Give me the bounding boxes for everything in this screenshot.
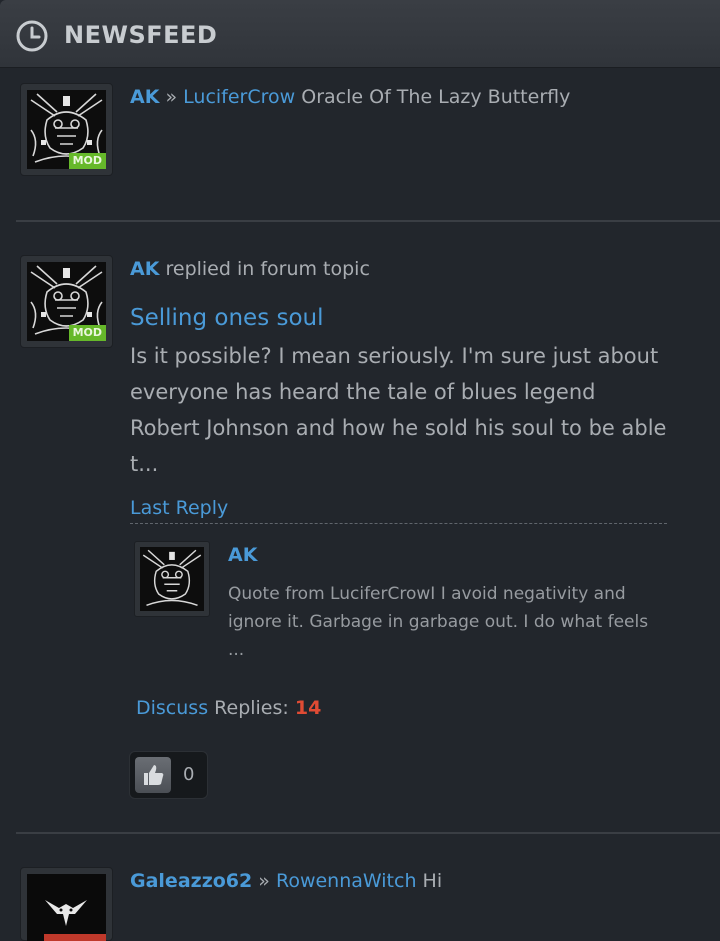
newsfeed-header: NEWSFEED	[0, 0, 720, 68]
actor-link[interactable]: AK	[130, 258, 159, 280]
reply-quote: Quote from LuciferCrowI I avoid negativi…	[228, 584, 649, 660]
target-link[interactable]: RowennaWitch	[276, 870, 417, 892]
target-link[interactable]: LuciferCrow	[183, 86, 295, 108]
mod-badge: MOD	[68, 153, 106, 169]
feed-line: AK » LuciferCrow Oracle Of The Lazy Butt…	[130, 86, 570, 108]
avatar-image: MOD	[27, 90, 106, 169]
like-count: 0	[183, 764, 195, 785]
feed-text: Hi	[422, 870, 443, 892]
avatar-image	[27, 874, 106, 941]
avatar-image: MOD	[27, 262, 106, 341]
avatar[interactable]: MOD	[20, 83, 113, 176]
avatar[interactable]	[20, 867, 113, 941]
feed-text: Oracle Of The Lazy Butterfly	[301, 86, 571, 108]
discuss-link[interactable]: Discuss	[136, 697, 208, 719]
avatar[interactable]: MOD	[20, 255, 113, 348]
discuss-row: Discuss Replies: 14	[136, 697, 321, 719]
newsfeed-title: NEWSFEED	[64, 21, 218, 49]
thumbs-up-icon	[135, 757, 171, 793]
replies-label: Replies:	[214, 697, 289, 719]
member-badge	[44, 934, 106, 941]
like-button[interactable]: 0	[129, 751, 208, 799]
reply-user-link[interactable]: AK	[228, 544, 257, 566]
topic-title-link[interactable]: Selling ones soul	[130, 305, 324, 331]
replies-count: 14	[294, 697, 322, 719]
divider	[16, 220, 720, 222]
last-reply-label[interactable]: Last Reply	[130, 497, 667, 524]
separator: »	[258, 870, 270, 892]
divider	[16, 832, 720, 834]
avatar-image	[140, 547, 204, 611]
reply-avatar[interactable]	[134, 541, 210, 617]
actor-link[interactable]: AK	[130, 86, 159, 108]
mod-badge: MOD	[68, 325, 106, 341]
separator: »	[165, 86, 178, 108]
topic-excerpt: Is it possible? I mean seriously. I'm su…	[130, 344, 667, 476]
feed-line: Galeazzo62 » RowennaWitch Hi	[130, 870, 442, 892]
clock-icon	[16, 20, 48, 52]
feed-action: replied in forum topic	[165, 258, 370, 280]
actor-link[interactable]: Galeazzo62	[130, 870, 252, 892]
feed-line: AK replied in forum topic	[130, 258, 370, 280]
